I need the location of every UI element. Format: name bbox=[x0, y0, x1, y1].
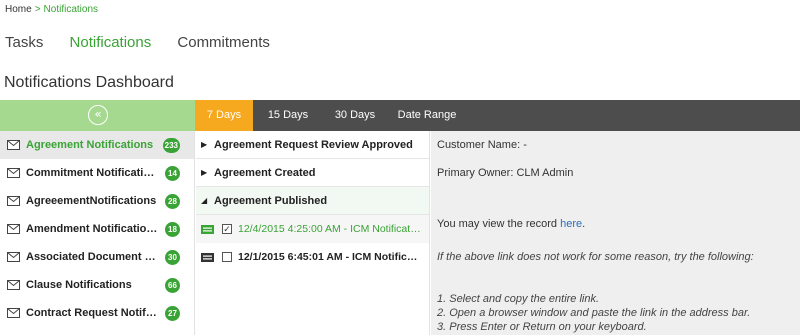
expand-arrow-icon: ▶ bbox=[201, 140, 208, 149]
group-label: Agreement Created bbox=[214, 166, 316, 179]
group-agreement-request-review-approved[interactable]: ▶ Agreement Request Review Approved bbox=[196, 131, 429, 159]
view-record-link[interactable]: here bbox=[560, 218, 582, 230]
message-read-icon bbox=[201, 224, 214, 234]
breadcrumb-home[interactable]: Home bbox=[5, 4, 32, 15]
category-label: Clause Notifications bbox=[26, 279, 132, 291]
category-amendment-notifications[interactable]: Amendment Notifications 18 bbox=[0, 215, 194, 243]
notification-group-list: ▶ Agreement Request Review Approved ▶ Ag… bbox=[196, 131, 430, 335]
notification-item[interactable]: ✓ 12/4/2015 4:25:00 AM - ICM Notificatio… bbox=[196, 215, 429, 243]
view-record-suffix: . bbox=[582, 218, 586, 230]
notification-checkbox[interactable]: ✓ bbox=[222, 224, 232, 234]
envelope-icon bbox=[7, 224, 20, 234]
envelope-icon bbox=[7, 280, 20, 290]
group-label: Agreement Request Review Approved bbox=[214, 138, 413, 151]
customer-name: Customer Name: - bbox=[437, 139, 527, 151]
category-clause-notifications[interactable]: Clause Notifications 66 bbox=[0, 271, 194, 299]
notification-checkbox[interactable] bbox=[222, 252, 232, 262]
filter-date-range[interactable]: Date Range bbox=[393, 100, 461, 131]
group-label: Agreement Published bbox=[214, 194, 328, 207]
view-record-prefix: You may view the record bbox=[437, 218, 558, 230]
category-commitment-notifications[interactable]: Commitment Notifications 14 bbox=[0, 159, 194, 187]
category-label: AgreeementNotifications bbox=[26, 195, 157, 207]
category-label: Amendment Notifications bbox=[26, 223, 159, 235]
date-filter-bar: 7 Days 15 Days 30 Days Date Range bbox=[195, 100, 800, 131]
filter-15-days[interactable]: 15 Days bbox=[259, 100, 317, 131]
notification-item[interactable]: 12/1/2015 6:45:01 AM - ICM Notification:… bbox=[196, 243, 429, 271]
envelope-icon bbox=[7, 252, 20, 262]
breadcrumb-current: Notifications bbox=[43, 4, 98, 15]
breadcrumb: Home > Notifications bbox=[5, 4, 98, 15]
tab-commitments[interactable]: Commitments bbox=[177, 34, 270, 51]
envelope-icon bbox=[7, 168, 20, 178]
tab-notifications[interactable]: Notifications bbox=[70, 34, 152, 51]
collapse-sidebar-button[interactable]: « bbox=[88, 105, 108, 125]
category-label: Contract Request Notifications bbox=[26, 307, 159, 319]
notification-title: 12/4/2015 4:25:00 AM - ICM Notification:… bbox=[238, 223, 423, 235]
instruction-step: 1. Select and copy the entire link. bbox=[437, 293, 600, 305]
category-associated-document-notifications[interactable]: Associated Document Notifications 30 bbox=[0, 243, 194, 271]
category-agreeement-notifications[interactable]: AgreeementNotifications 28 bbox=[0, 187, 194, 215]
filter-7-days[interactable]: 7 Days bbox=[195, 100, 253, 131]
collapse-bar: « bbox=[0, 100, 195, 131]
filter-30-days[interactable]: 30 Days bbox=[325, 100, 385, 131]
instruction-step: 2. Open a browser window and paste the l… bbox=[437, 307, 751, 319]
count-badge: 233 bbox=[162, 138, 180, 153]
count-badge: 14 bbox=[165, 166, 180, 181]
count-badge: 30 bbox=[165, 250, 180, 265]
page-title: Notifications Dashboard bbox=[4, 74, 174, 91]
instruction-step: 3. Press Enter or Return on your keyboar… bbox=[437, 321, 647, 333]
tab-tasks[interactable]: Tasks bbox=[5, 34, 43, 51]
notification-detail-pane: Customer Name: - Primary Owner: CLM Admi… bbox=[431, 131, 800, 335]
count-badge: 27 bbox=[165, 306, 180, 321]
category-label: Associated Document Notifications bbox=[26, 251, 159, 263]
message-unread-icon bbox=[201, 252, 214, 262]
envelope-icon bbox=[7, 308, 20, 318]
category-label: Commitment Notifications bbox=[26, 167, 159, 179]
view-record-text: You may view the record here. bbox=[437, 218, 585, 230]
breadcrumb-separator: > bbox=[34, 4, 41, 15]
category-agreement-notifications[interactable]: Agreement Notifications 233 bbox=[0, 131, 194, 159]
envelope-icon bbox=[7, 140, 20, 150]
tab-bar: Tasks Notifications Commitments bbox=[5, 34, 292, 51]
category-label: Agreement Notifications bbox=[26, 139, 154, 151]
count-badge: 28 bbox=[165, 194, 180, 209]
envelope-icon bbox=[7, 196, 20, 206]
count-badge: 18 bbox=[165, 222, 180, 237]
collapse-arrow-icon: ◢ bbox=[201, 196, 208, 205]
group-agreement-created[interactable]: ▶ Agreement Created bbox=[196, 159, 429, 187]
group-agreement-published[interactable]: ◢ Agreement Published bbox=[196, 187, 429, 215]
fallback-intro: If the above link does not work for some… bbox=[437, 251, 754, 263]
notification-title: 12/1/2015 6:45:01 AM - ICM Notification:… bbox=[238, 251, 423, 263]
count-badge: 66 bbox=[165, 278, 180, 293]
notification-category-list: Agreement Notifications 233 Commitment N… bbox=[0, 131, 195, 335]
expand-arrow-icon: ▶ bbox=[201, 168, 208, 177]
primary-owner: Primary Owner: CLM Admin bbox=[437, 167, 574, 179]
category-contract-request-notifications[interactable]: Contract Request Notifications 27 bbox=[0, 299, 194, 327]
